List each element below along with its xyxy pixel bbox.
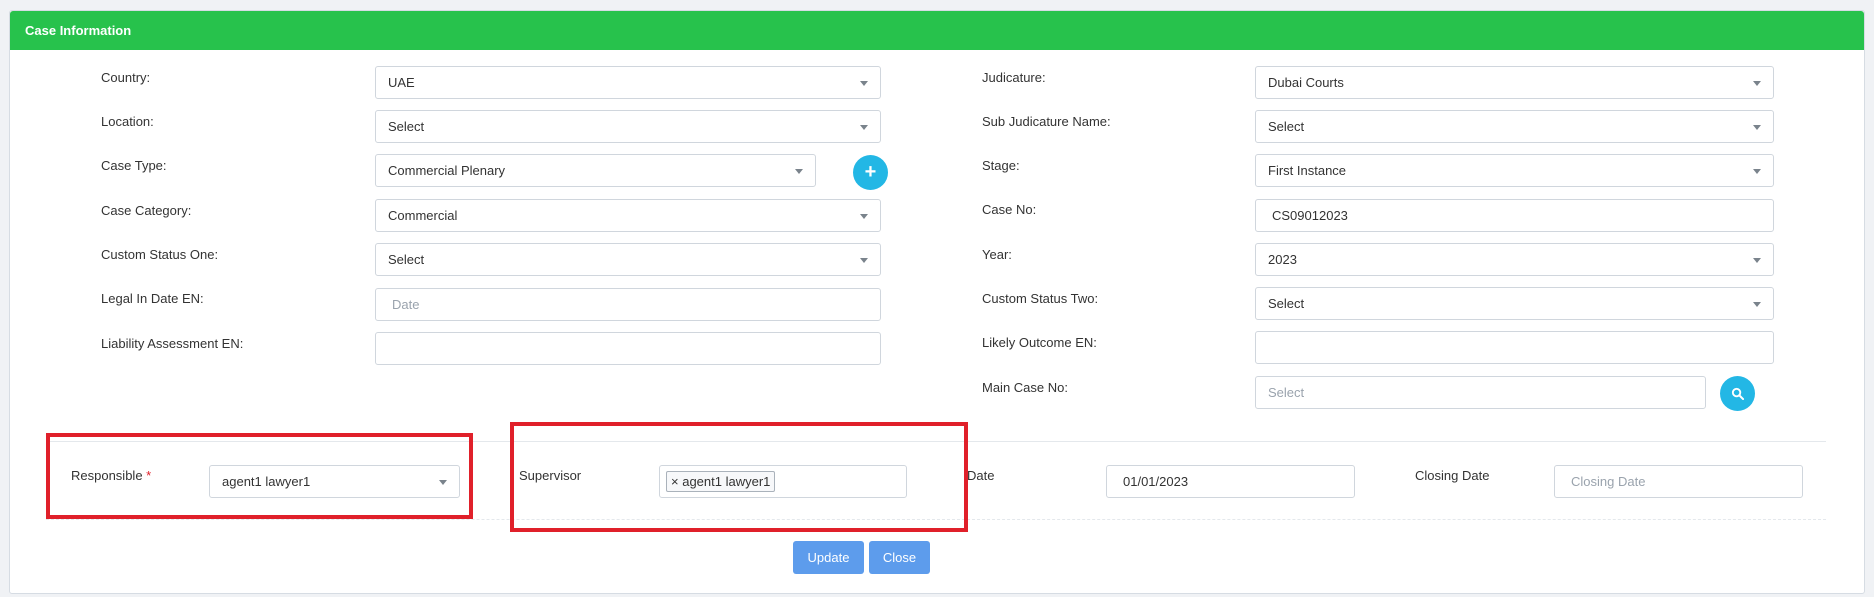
search-icon: [1731, 387, 1745, 401]
case-information-panel: Case Information Country: UAE Location: …: [9, 10, 1865, 594]
year-value: 2023: [1268, 252, 1297, 267]
update-button[interactable]: Update: [793, 541, 864, 574]
stage-value: First Instance: [1268, 163, 1347, 178]
custom-status-two-select[interactable]: Select: [1255, 287, 1774, 320]
date-label: Date: [967, 468, 995, 483]
responsible-label: Responsible *: [71, 468, 151, 483]
chevron-down-icon: [1753, 125, 1761, 130]
stage-select[interactable]: First Instance: [1255, 154, 1774, 187]
year-select[interactable]: 2023: [1255, 243, 1774, 276]
main-case-no-input[interactable]: Select: [1255, 376, 1706, 409]
custom-status-one-label: Custom Status One:: [101, 247, 219, 262]
main-case-no-placeholder: Select: [1268, 385, 1305, 400]
case-no-input[interactable]: CS09012023: [1255, 199, 1774, 232]
judicature-value: Dubai Courts: [1268, 75, 1344, 90]
legal-in-date-placeholder: Date: [392, 297, 420, 312]
add-case-type-button[interactable]: +: [853, 155, 888, 190]
sub-judicature-select[interactable]: Select: [1255, 110, 1774, 143]
date-input[interactable]: 01/01/2023: [1106, 465, 1355, 498]
sub-judicature-value: Select: [1268, 119, 1305, 134]
chevron-down-icon: [1753, 169, 1761, 174]
year-label: Year:: [982, 247, 1012, 262]
closing-date-placeholder: Closing Date: [1571, 474, 1646, 489]
responsible-select[interactable]: agent1 lawyer1: [209, 465, 460, 498]
supervisor-tag[interactable]: × agent1 lawyer1: [666, 471, 776, 492]
location-select[interactable]: Select: [375, 110, 881, 143]
case-no-label: Case No:: [982, 202, 1037, 217]
case-type-value: Commercial Plenary: [388, 163, 506, 178]
tag-remove-icon[interactable]: ×: [671, 474, 679, 489]
custom-status-two-label: Custom Status Two:: [982, 291, 1099, 306]
chevron-down-icon: [1753, 258, 1761, 263]
custom-status-two-value: Select: [1268, 296, 1305, 311]
close-button[interactable]: Close: [869, 541, 930, 574]
chevron-down-icon: [1753, 81, 1761, 86]
stage-label: Stage:: [982, 158, 1020, 173]
responsible-value: agent1 lawyer1: [222, 474, 311, 489]
case-category-select[interactable]: Commercial: [375, 199, 881, 232]
case-category-label: Case Category:: [101, 203, 192, 218]
main-case-no-label: Main Case No:: [982, 380, 1068, 395]
country-select[interactable]: UAE: [375, 66, 881, 99]
chevron-down-icon: [1753, 302, 1761, 307]
chevron-down-icon: [795, 169, 803, 174]
country-label: Country:: [101, 70, 151, 85]
plus-icon: +: [864, 161, 877, 183]
case-type-label: Case Type:: [101, 158, 167, 173]
responsible-label-text: Responsible: [71, 468, 143, 483]
country-value: UAE: [388, 75, 415, 90]
panel-title: Case Information: [25, 23, 132, 38]
chevron-down-icon: [439, 480, 447, 485]
case-type-select[interactable]: Commercial Plenary: [375, 154, 816, 187]
chevron-down-icon: [860, 214, 868, 219]
chevron-down-icon: [860, 125, 868, 130]
required-mark: *: [146, 468, 152, 483]
panel-header: Case Information: [10, 11, 1864, 50]
liability-assessment-input[interactable]: [375, 332, 881, 365]
chevron-down-icon: [860, 81, 868, 86]
liability-assessment-label: Liability Assessment EN:: [101, 336, 244, 351]
judicature-label: Judicature:: [982, 70, 1046, 85]
case-no-value: CS09012023: [1272, 208, 1348, 223]
search-main-case-button[interactable]: [1720, 376, 1755, 411]
sub-judicature-label: Sub Judicature Name:: [982, 114, 1111, 129]
supervisor-label: Supervisor: [519, 468, 582, 483]
case-category-value: Commercial: [388, 208, 458, 223]
legal-in-date-input[interactable]: Date: [375, 288, 881, 321]
closing-date-input[interactable]: Closing Date: [1554, 465, 1803, 498]
custom-status-one-select[interactable]: Select: [375, 243, 881, 276]
location-label: Location:: [101, 114, 154, 129]
closing-date-label: Closing Date: [1415, 468, 1490, 483]
chevron-down-icon: [860, 258, 868, 263]
judicature-select[interactable]: Dubai Courts: [1255, 66, 1774, 99]
custom-status-one-value: Select: [388, 252, 425, 267]
likely-outcome-label: Likely Outcome EN:: [982, 335, 1097, 350]
likely-outcome-input[interactable]: [1255, 331, 1774, 364]
date-value: 01/01/2023: [1123, 474, 1189, 489]
legal-in-date-label: Legal In Date EN:: [101, 291, 204, 306]
supervisor-multiselect[interactable]: × agent1 lawyer1: [659, 465, 907, 498]
location-value: Select: [388, 119, 425, 134]
supervisor-tag-label: agent1 lawyer1: [682, 474, 771, 489]
